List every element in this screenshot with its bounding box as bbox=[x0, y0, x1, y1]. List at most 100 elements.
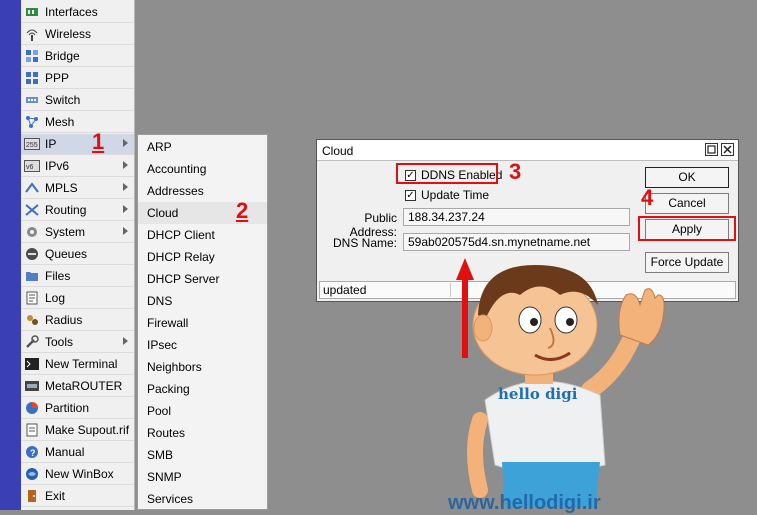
submenu-item-dhcp-relay[interactable]: DHCP Relay bbox=[138, 246, 267, 268]
dns-name-field[interactable]: 59ab020575d4.sn.mynetname.net bbox=[403, 233, 630, 251]
menu-label: Make Supout.rif bbox=[45, 423, 130, 437]
submenu-label: Packing bbox=[147, 382, 190, 396]
submenu-item-dhcp-client[interactable]: DHCP Client bbox=[138, 224, 267, 246]
submenu-label: Cloud bbox=[147, 206, 179, 220]
submenu-label: ARP bbox=[147, 140, 172, 154]
ipv6-icon: v6 bbox=[24, 159, 40, 173]
submenu-label: DHCP Server bbox=[147, 272, 220, 286]
dns-name-label: DNS Name: bbox=[332, 236, 397, 250]
step-4-annotation: 4 bbox=[641, 185, 654, 210]
menu-label: Tools bbox=[45, 335, 74, 349]
submenu-item-dns[interactable]: DNS bbox=[138, 290, 267, 312]
submenu-item-arp[interactable]: ARP bbox=[138, 136, 267, 158]
submenu-label: DHCP Client bbox=[147, 228, 215, 242]
submenu-arrow-icon bbox=[123, 227, 128, 235]
menu-label: Log bbox=[45, 291, 66, 305]
submenu-item-services[interactable]: Services bbox=[138, 488, 267, 510]
menu-item-bridge[interactable]: Bridge bbox=[21, 46, 134, 67]
maximize-icon[interactable] bbox=[705, 143, 718, 156]
menu-item-wireless[interactable]: Wireless bbox=[21, 24, 134, 45]
checkmark-icon: ✓ bbox=[405, 189, 416, 201]
submenu-label: DNS bbox=[147, 294, 173, 308]
submenu-label: Routes bbox=[147, 426, 186, 440]
window-title: Cloud bbox=[322, 144, 354, 158]
cloud-window-titlebar[interactable]: Cloud bbox=[317, 140, 738, 161]
radius-icon bbox=[24, 313, 40, 327]
menu-item-switch[interactable]: Switch bbox=[21, 90, 134, 111]
step-3-annotation: 3 bbox=[509, 159, 522, 184]
menu-item-manual[interactable]: ? Manual bbox=[21, 442, 134, 463]
submenu-item-accounting[interactable]: Accounting bbox=[138, 158, 267, 180]
submenu-label: Pool bbox=[147, 404, 172, 418]
apply-highlight-box bbox=[638, 216, 736, 241]
routing-icon bbox=[24, 203, 40, 217]
submenu-item-ipsec[interactable]: IPsec bbox=[138, 334, 267, 356]
cancel-button[interactable]: Cancel bbox=[645, 193, 729, 214]
ip-submenu: ARP Accounting Addresses Cloud DHCP Clie… bbox=[137, 134, 268, 510]
system-icon bbox=[24, 225, 40, 239]
menu-item-ipv6[interactable]: v6 IPv6 bbox=[21, 156, 134, 177]
menu-item-new-winbox[interactable]: New WinBox bbox=[21, 464, 134, 485]
submenu-label: Addresses bbox=[147, 184, 204, 198]
menu-label: Bridge bbox=[45, 49, 80, 63]
menu-label: Switch bbox=[45, 93, 81, 107]
step-1-annotation: 1 bbox=[92, 129, 105, 154]
menu-label: System bbox=[45, 225, 86, 239]
submenu-arrow-icon bbox=[123, 205, 128, 213]
menu-item-exit[interactable]: Exit bbox=[21, 486, 134, 507]
menu-item-system[interactable]: System bbox=[21, 222, 134, 243]
update-time-label: Update Time bbox=[421, 188, 490, 202]
step-2-annotation: 2 bbox=[236, 198, 249, 223]
status-text: updated bbox=[323, 283, 367, 297]
winbox-icon bbox=[24, 467, 40, 481]
bridge-icon bbox=[24, 49, 40, 63]
submenu-item-routes[interactable]: Routes bbox=[138, 422, 267, 444]
files-icon bbox=[24, 269, 40, 283]
submenu-item-pool[interactable]: Pool bbox=[138, 400, 267, 422]
public-address-field[interactable]: 188.34.237.24 bbox=[403, 208, 630, 226]
submenu-item-dhcp-server[interactable]: DHCP Server bbox=[138, 268, 267, 290]
watermark-text: www.hellodigi.ir bbox=[448, 492, 601, 514]
submenu-label: DHCP Relay bbox=[147, 250, 215, 264]
submenu-item-smb[interactable]: SMB bbox=[138, 444, 267, 466]
submenu-label: Firewall bbox=[147, 316, 189, 330]
menu-item-files[interactable]: Files bbox=[21, 266, 134, 287]
menu-item-routing[interactable]: Routing bbox=[21, 200, 134, 221]
submenu-arrow-icon bbox=[123, 139, 128, 147]
queues-icon bbox=[24, 247, 40, 261]
menu-item-queues[interactable]: Queues bbox=[21, 244, 134, 265]
menu-item-log[interactable]: Log bbox=[21, 288, 134, 309]
ok-button[interactable]: OK bbox=[645, 167, 729, 188]
log-icon bbox=[24, 291, 40, 305]
submenu-item-packing[interactable]: Packing bbox=[138, 378, 267, 400]
menu-item-mesh[interactable]: Mesh bbox=[21, 112, 134, 133]
exit-icon bbox=[24, 489, 40, 503]
menu-item-interfaces[interactable]: Interfaces bbox=[21, 2, 134, 23]
update-time-checkbox[interactable]: ✓ Update Time bbox=[405, 188, 489, 202]
manual-icon: ? bbox=[24, 445, 40, 459]
menu-label: Manual bbox=[45, 445, 85, 459]
menu-item-make-supout[interactable]: Make Supout.rif bbox=[21, 420, 134, 441]
submenu-item-firewall[interactable]: Firewall bbox=[138, 312, 267, 334]
submenu-item-snmp[interactable]: SNMP bbox=[138, 466, 267, 488]
menu-label: Routing bbox=[45, 203, 87, 217]
wireless-icon bbox=[24, 27, 40, 41]
interfaces-icon bbox=[24, 5, 40, 19]
menu-item-ppp[interactable]: PPP bbox=[21, 68, 134, 89]
close-icon[interactable] bbox=[721, 143, 734, 156]
menu-item-radius[interactable]: Radius bbox=[21, 310, 134, 331]
submenu-item-neighbors[interactable]: Neighbors bbox=[138, 356, 267, 378]
mpls-icon bbox=[24, 181, 40, 195]
menu-label: MPLS bbox=[45, 181, 78, 195]
terminal-icon bbox=[24, 357, 40, 371]
partition-icon bbox=[24, 401, 40, 415]
menu-item-partition[interactable]: Partition bbox=[21, 398, 134, 419]
submenu-label: SMB bbox=[147, 448, 174, 462]
menu-item-metarouter[interactable]: MetaROUTER bbox=[21, 376, 134, 397]
menu-label: Radius bbox=[45, 313, 83, 327]
menu-item-ip[interactable]: 255 IP bbox=[21, 134, 134, 155]
svg-text:v6: v6 bbox=[26, 164, 34, 171]
menu-item-tools[interactable]: Tools bbox=[21, 332, 134, 353]
menu-item-new-terminal[interactable]: New Terminal bbox=[21, 354, 134, 375]
menu-item-mpls[interactable]: MPLS bbox=[21, 178, 134, 199]
